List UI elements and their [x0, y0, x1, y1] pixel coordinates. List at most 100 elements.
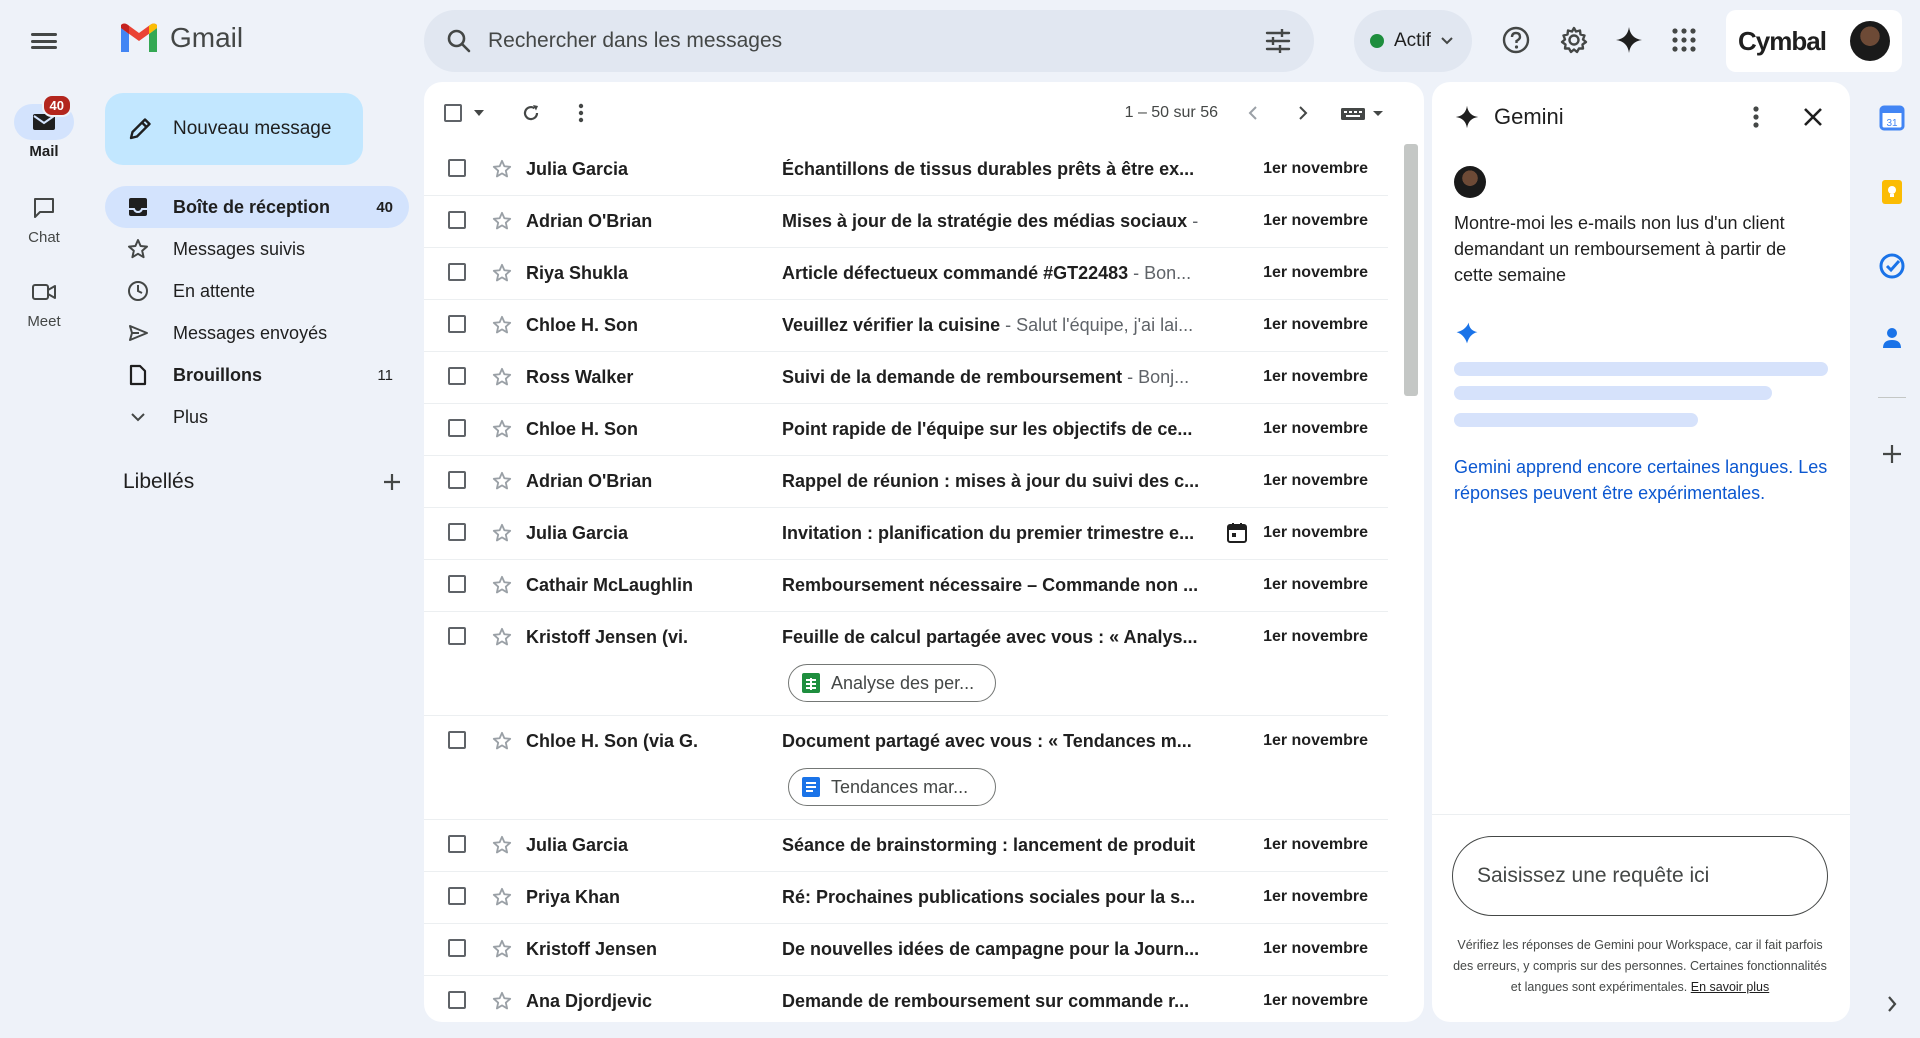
star-icon[interactable] [484, 211, 520, 231]
table-row[interactable]: Chloe H. Son Point rapide de l'équipe sur… [424, 404, 1388, 456]
nav-count: 11 [377, 366, 393, 384]
star-icon[interactable] [484, 627, 520, 647]
nav-item-sent[interactable]: Messages envoyés [105, 312, 409, 354]
calendar-event-icon[interactable] [1226, 522, 1248, 549]
chevron-right-icon[interactable] [1874, 986, 1910, 1022]
subject: Document partagé avec vous : « Tendances… [782, 731, 1192, 751]
star-icon[interactable] [484, 471, 520, 491]
select-dropdown-icon[interactable] [464, 98, 494, 128]
received-date: 1er novembre [1263, 524, 1368, 541]
star-icon[interactable] [484, 159, 520, 179]
row-checkbox[interactable] [448, 211, 466, 229]
status-selector[interactable]: Actif [1354, 10, 1472, 72]
row-checkbox[interactable] [448, 471, 466, 489]
keep-icon[interactable] [1874, 174, 1910, 210]
table-row[interactable]: Priya Khan Ré: Prochaines publications so… [424, 872, 1388, 924]
row-checkbox[interactable] [448, 575, 466, 593]
settings-gear-icon[interactable] [1556, 22, 1592, 58]
calendar-icon[interactable]: 31 [1874, 100, 1910, 136]
table-row[interactable]: Kristoff Jensen De nouvelles idées de cam… [424, 924, 1388, 976]
star-icon[interactable] [484, 315, 520, 335]
star-icon[interactable] [484, 419, 520, 439]
row-checkbox[interactable] [448, 315, 466, 333]
table-row[interactable]: Adrian O'Brian Rappel de réunion : mises … [424, 456, 1388, 508]
gemini-prompt-input[interactable] [1452, 836, 1828, 916]
rail-item-chat[interactable]: Chat [0, 190, 88, 246]
apps-grid-icon[interactable] [1666, 22, 1702, 58]
chevron-left-icon[interactable] [1238, 98, 1268, 128]
star-icon[interactable] [484, 367, 520, 387]
received-date: 1er novembre [1263, 368, 1368, 385]
nav-item-more[interactable]: Plus [105, 396, 409, 438]
nav-item-drafts[interactable]: Brouillons 11 [105, 354, 409, 396]
gmail-wordmark: Gmail [170, 22, 244, 53]
subject: Point rapide de l'équipe sur les objecti… [782, 419, 1193, 439]
star-icon[interactable] [484, 835, 520, 855]
attachment-chip[interactable]: Analyse des per... [788, 664, 996, 702]
nav-item-starred[interactable]: Messages suivis [105, 228, 409, 270]
nav-item-snoozed[interactable]: En attente [105, 270, 409, 312]
row-checkbox[interactable] [448, 523, 466, 541]
sender: Chloe H. Son (via G. [526, 731, 699, 751]
table-row[interactable]: Ross Walker Suivi de la demande de rembou… [424, 352, 1388, 404]
search-input[interactable] [488, 29, 1264, 53]
rail-item-mail[interactable]: 40 Mail [0, 94, 88, 160]
star-icon[interactable] [484, 263, 520, 283]
chevron-right-icon[interactable] [1288, 98, 1318, 128]
row-checkbox[interactable] [448, 367, 466, 385]
learn-more-link[interactable]: En savoir plus [1691, 980, 1770, 994]
contacts-icon[interactable] [1874, 320, 1910, 356]
star-icon[interactable] [484, 939, 520, 959]
star-icon[interactable] [484, 575, 520, 595]
table-row[interactable]: Julia Garcia Échantillons de tissus durab… [424, 144, 1388, 196]
sender: Chloe H. Son [526, 419, 638, 439]
table-row[interactable]: Ana Djordjevic Demande de remboursement s… [424, 976, 1388, 1022]
row-checkbox[interactable] [448, 627, 466, 645]
row-checkbox[interactable] [448, 263, 466, 281]
more-vert-icon[interactable] [566, 98, 596, 128]
add-label-icon[interactable] [381, 471, 403, 493]
close-icon[interactable] [1802, 106, 1824, 128]
row-checkbox[interactable] [448, 731, 466, 749]
tasks-icon[interactable] [1874, 248, 1910, 284]
table-row[interactable]: Julia Garcia Séance de brainstorming : la… [424, 820, 1388, 872]
search-filters-icon[interactable] [1264, 28, 1292, 54]
star-icon[interactable] [484, 991, 520, 1011]
more-vert-icon[interactable] [1752, 105, 1760, 129]
select-all-checkbox[interactable] [444, 104, 462, 122]
star-icon[interactable] [484, 887, 520, 907]
refresh-icon[interactable] [516, 98, 546, 128]
search-icon[interactable] [446, 28, 472, 54]
nav-item-inbox[interactable]: Boîte de réception 40 [105, 186, 409, 228]
input-tools-keyboard-icon[interactable] [1338, 98, 1388, 128]
star-icon[interactable] [484, 523, 520, 543]
attachment-chip[interactable]: Tendances mar... [788, 768, 996, 806]
compose-button[interactable]: Nouveau message [105, 93, 363, 165]
table-row[interactable]: Julia Garcia Invitation : planification d… [424, 508, 1388, 560]
table-row[interactable]: Kristoff Jensen (vi. Feuille de calcul pa… [424, 612, 1388, 716]
row-checkbox[interactable] [448, 939, 466, 957]
add-icon[interactable] [1874, 436, 1910, 472]
help-icon[interactable] [1498, 22, 1534, 58]
subject: Séance de brainstorming : lancement de p… [782, 835, 1196, 855]
row-checkbox[interactable] [448, 887, 466, 905]
table-row[interactable]: Chloe H. Son (via G. Document partagé ave… [424, 716, 1388, 820]
subject-line: Document partagé avec vous : « Tendances… [782, 731, 1214, 752]
table-row[interactable]: Chloe H. Son Veuillez vérifier la cuisine… [424, 300, 1388, 352]
table-row[interactable]: Riya Shukla Article défectueux commandé #… [424, 248, 1388, 300]
table-row[interactable]: Cathair McLaughlin Remboursement nécessai… [424, 560, 1388, 612]
subject-line: Veuillez vérifier la cuisine - Salut l'é… [782, 315, 1214, 336]
row-checkbox[interactable] [448, 835, 466, 853]
row-checkbox[interactable] [448, 419, 466, 437]
gemini-spark-icon[interactable] [1611, 22, 1647, 58]
star-icon[interactable] [484, 731, 520, 751]
row-checkbox[interactable] [448, 159, 466, 177]
row-checkbox[interactable] [448, 991, 466, 1009]
table-row[interactable]: Adrian O'Brian Mises à jour de la stratég… [424, 196, 1388, 248]
search-bar[interactable] [424, 10, 1314, 72]
received-date: 1er novembre [1263, 264, 1368, 281]
gmail-logo[interactable]: Gmail [118, 22, 243, 54]
scrollbar[interactable] [1404, 144, 1418, 396]
rail-item-meet[interactable]: Meet [0, 274, 88, 330]
main-menu-icon[interactable] [26, 26, 62, 56]
